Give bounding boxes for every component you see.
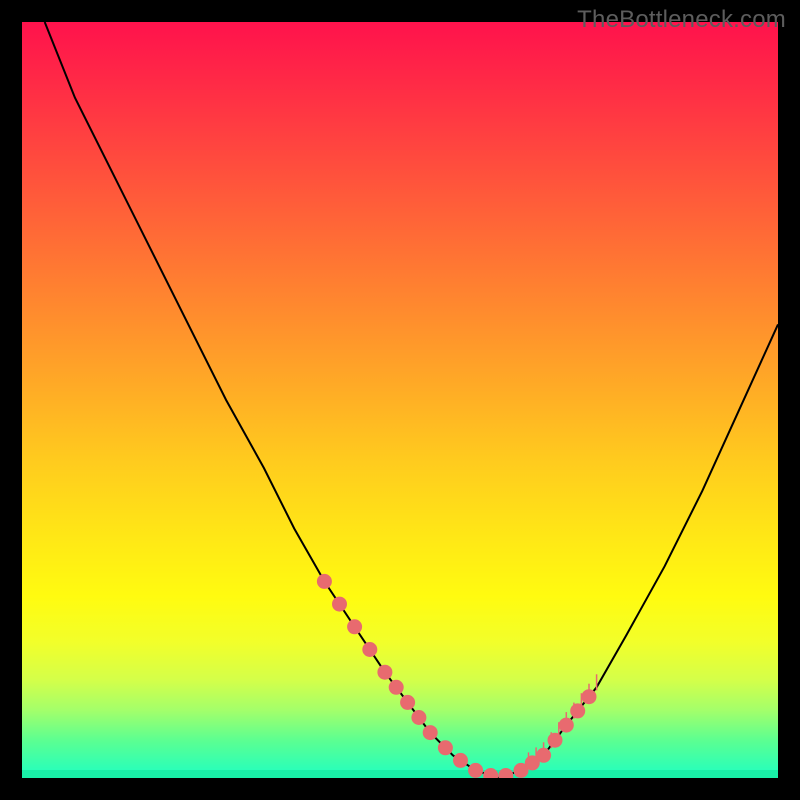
curve-dot-valley-0 xyxy=(423,726,437,740)
curve-dot-right-5 xyxy=(582,690,596,704)
curve-dot-left-7 xyxy=(412,711,426,725)
curve-dot-left-4 xyxy=(378,665,392,679)
chart-stage: TheBottleneck.com xyxy=(0,0,800,800)
curve-overlay xyxy=(22,22,778,778)
curve-dot-valley-1 xyxy=(438,741,452,755)
curve-dot-left-5 xyxy=(389,680,403,694)
curve-dot-left-1 xyxy=(333,597,347,611)
curve-dot-valley-3 xyxy=(469,763,483,777)
curve-dot-left-3 xyxy=(363,643,377,657)
curve-dot-valley-2 xyxy=(454,753,468,767)
curve-dot-left-0 xyxy=(317,574,331,588)
curve-dot-left-6 xyxy=(401,695,415,709)
curve-dot-right-3 xyxy=(559,718,573,732)
watermark-text: TheBottleneck.com xyxy=(577,6,786,34)
plot-area xyxy=(22,22,778,778)
curve-dot-right-4 xyxy=(571,704,585,718)
curve-dot-left-2 xyxy=(348,620,362,634)
bottleneck-curve xyxy=(45,22,778,778)
curve-dot-right-1 xyxy=(537,748,551,762)
curve-dot-valley-4 xyxy=(484,769,498,779)
curve-dot-right-2 xyxy=(548,733,562,747)
curve-dot-valley-5 xyxy=(499,769,513,779)
